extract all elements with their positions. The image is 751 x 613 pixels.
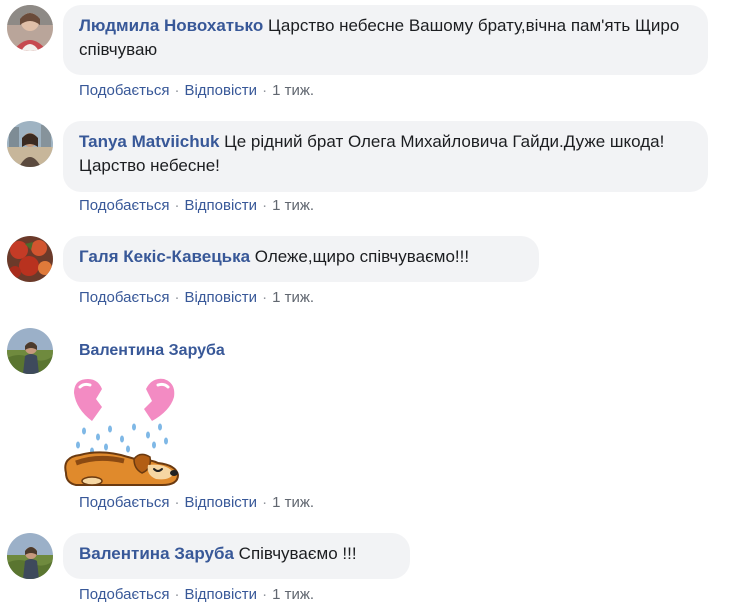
avatar[interactable] [7,121,53,167]
reply-link[interactable]: Відповісти [184,289,257,306]
comment-text: Олеже,щиро співчуваємо!!! [250,247,470,266]
separator: · [174,197,180,214]
separator: · [174,82,180,99]
like-link[interactable]: Подобається [79,197,169,214]
like-link[interactable]: Подобається [79,289,169,306]
timestamp[interactable]: 1 тиж. [272,494,314,511]
avatar[interactable] [7,328,53,374]
broken-heart-dog-sticker[interactable] [62,375,182,490]
like-link[interactable]: Подобається [79,586,169,603]
separator: · [262,494,268,511]
reply-link[interactable]: Відповісти [184,494,257,511]
like-link[interactable]: Подобається [79,82,169,99]
avatar[interactable] [7,236,53,282]
reply-link[interactable]: Відповісти [184,586,257,603]
reply-link[interactable]: Відповісти [184,82,257,99]
comment-author[interactable]: Людмила Новохатько [79,16,263,35]
like-link[interactable]: Подобається [79,494,169,511]
timestamp[interactable]: 1 тиж. [272,82,314,99]
comment-bubble: Валентина Заруба Співчуваємо !!! [63,533,410,579]
avatar[interactable] [7,5,53,51]
comment-author[interactable]: Tanya Matviichuk [79,132,219,151]
comment-text: Співчуваємо !!! [233,544,357,563]
comment-actions: Подобається · Відповісти · 1 тиж. [79,586,314,603]
comment-actions: Подобається · Відповісти · 1 тиж. [79,197,314,214]
comment-bubble: Галя Кекіс-Кавецька Олеже,щиро співчуває… [63,236,539,282]
separator: · [262,586,268,603]
separator: · [262,82,268,99]
separator: · [174,494,180,511]
comment-actions: Подобається · Відповісти · 1 тиж. [79,494,314,511]
avatar[interactable] [7,533,53,579]
timestamp[interactable]: 1 тиж. [272,197,314,214]
reply-link[interactable]: Відповісти [184,197,257,214]
comment-actions: Подобається · Відповісти · 1 тиж. [79,82,314,99]
separator: · [174,586,180,603]
comment-bubble: Tanya Matviichuk Це рідний брат Олега Ми… [63,121,708,192]
comment-author[interactable]: Галя Кекіс-Кавецька [79,247,250,266]
comment-bubble: Людмила Новохатько Царство небесне Вашом… [63,5,708,75]
separator: · [174,289,180,306]
comment-author[interactable]: Валентина Заруба [79,342,225,360]
comment-actions: Подобається · Відповісти · 1 тиж. [79,289,314,306]
timestamp[interactable]: 1 тиж. [272,289,314,306]
timestamp[interactable]: 1 тиж. [272,586,314,603]
separator: · [262,197,268,214]
separator: · [262,289,268,306]
comment-author[interactable]: Валентина Заруба [79,544,234,563]
